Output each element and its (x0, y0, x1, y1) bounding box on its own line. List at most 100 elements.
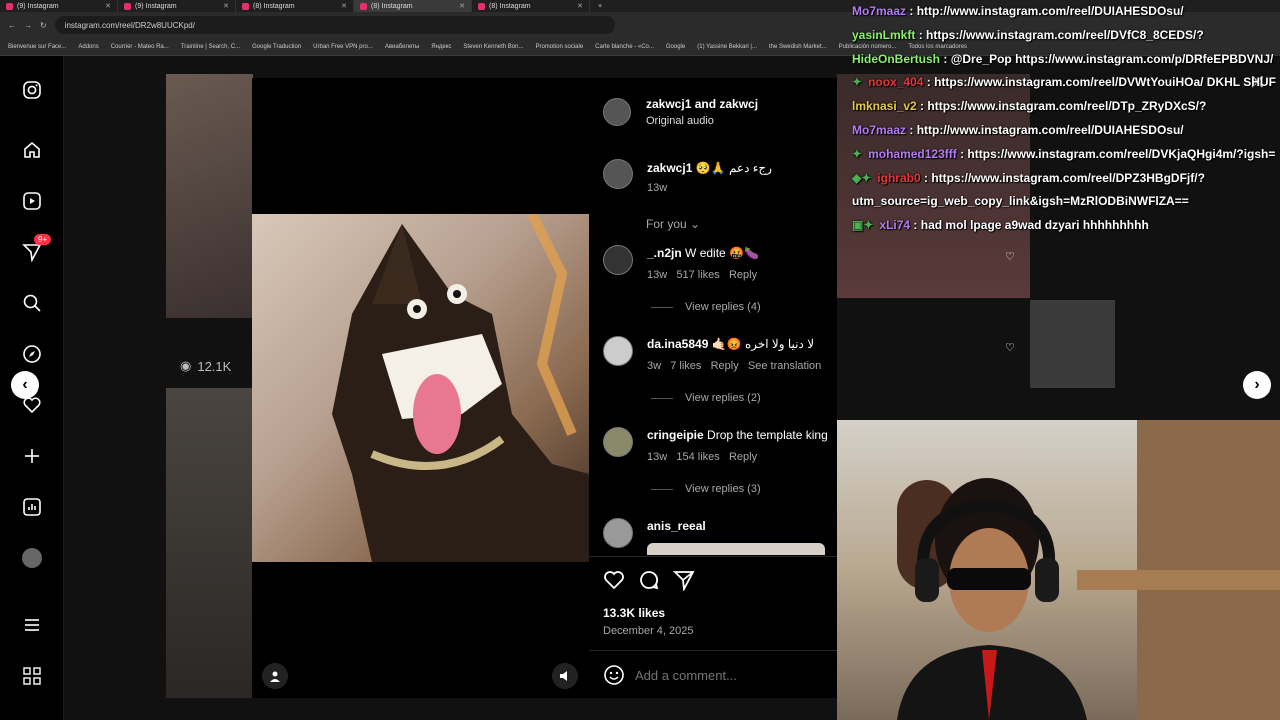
address-bar[interactable]: instagram.com/reel/DR2w8UUCKpd/ (54, 16, 615, 34)
menu-icon[interactable] (20, 613, 44, 637)
bookmark[interactable]: the Swedish Market... (769, 44, 827, 50)
next-post-button[interactable]: › (1243, 371, 1271, 399)
feed-thumbnail[interactable] (166, 74, 253, 318)
feed-thumbnail[interactable] (1030, 300, 1115, 388)
close-tab-icon[interactable]: ✕ (105, 2, 111, 10)
close-tab-icon[interactable]: ✕ (577, 2, 583, 10)
home-icon[interactable] (20, 138, 44, 162)
new-tab-icon[interactable]: + (598, 3, 602, 10)
chat-username[interactable]: yasinLmkft (852, 28, 915, 42)
chat-separator: : (940, 51, 951, 66)
bookmark[interactable]: Steven Kenneth Bon... (463, 44, 523, 50)
comment-username[interactable]: anis_reeal (647, 519, 706, 533)
view-replies-button[interactable]: View replies (2) (651, 392, 761, 404)
comment-username[interactable]: _.n2jn (647, 246, 682, 260)
reply-button[interactable]: Reply (729, 269, 757, 281)
browser-tab[interactable]: (9) Instagram ✕ (0, 0, 118, 12)
comment-text: 🤙🏻😡 لا دنيا ولا اخره (711, 337, 815, 351)
bookmark[interactable]: (1) Yassine Bekkari |... (697, 44, 757, 50)
comment-likes[interactable]: 7 likes (670, 360, 701, 372)
share-icon[interactable] (672, 569, 695, 596)
close-tab-icon[interactable]: ✕ (223, 2, 229, 10)
chat-username[interactable]: lmknasi_v2 (852, 99, 917, 113)
forward-icon[interactable]: → (24, 21, 32, 30)
close-tab-icon[interactable]: ✕ (341, 2, 347, 10)
close-tab-icon[interactable]: ✕ (459, 2, 465, 10)
like-comment-heart-icon[interactable]: ♡ (1005, 341, 1015, 354)
chat-text: https://www.instagram.com/reel/DPZ3HBgDF… (931, 170, 1205, 185)
chat-separator: : (923, 75, 935, 90)
bookmark[interactable]: Google Traduction (252, 44, 301, 50)
comment-image-preview[interactable] (647, 543, 825, 555)
bookmark[interactable]: Google (666, 44, 685, 50)
comment-avatar[interactable] (603, 427, 633, 457)
create-plus-icon[interactable] (20, 444, 44, 468)
chat-username[interactable]: xLi74 (879, 218, 910, 232)
bookmark[interactable]: Carte blanche - «Co... (595, 44, 654, 50)
see-translation-button[interactable]: See translation (748, 360, 821, 372)
user-tag-icon[interactable] (262, 663, 288, 689)
chat-username[interactable]: noox_404 (868, 75, 923, 89)
chat-text: http://www.instagram.com/reel/DUIAHESDOs… (916, 122, 1184, 137)
emoji-icon[interactable] (603, 664, 625, 691)
caption-avatar[interactable] (603, 159, 633, 189)
likes-count[interactable]: 13.3K likes (603, 606, 665, 620)
chat-username[interactable]: Mo7maaz (852, 123, 906, 137)
reply-button[interactable]: Reply (711, 360, 739, 372)
explore-icon[interactable] (20, 342, 44, 366)
chat-username[interactable]: ighrab0 (877, 171, 920, 185)
comment-username[interactable]: da.ina5849 (647, 337, 708, 351)
like-heart-icon[interactable] (603, 569, 625, 596)
browser-tab[interactable]: (8) Instagram ✕ (472, 0, 590, 12)
bookmark[interactable]: Bienvenue sur Face... (8, 44, 66, 50)
chat-username[interactable]: Mo7maaz (852, 4, 906, 18)
dashboard-icon[interactable] (20, 495, 44, 519)
bookmark[interactable]: Авиабилеты (385, 44, 419, 50)
chat-text: @Dre_Pop https://www.instagram.com/p/DRf… (950, 51, 1274, 66)
bookmark[interactable]: Promotion sociale (535, 44, 583, 50)
caption-username[interactable]: zakwcj1 (647, 161, 692, 175)
bookmark[interactable]: Urban Free VPN pro... (313, 44, 373, 50)
comment-avatar[interactable] (603, 245, 633, 275)
profile-avatar-icon[interactable] (20, 546, 44, 570)
reels-icon[interactable] (20, 189, 44, 213)
chat-username[interactable]: mohamed123fff (868, 147, 957, 161)
chat-message: lmknasi_v2 : https://www.instagram.com/r… (847, 95, 1280, 119)
sort-comments-dropdown[interactable]: For you ⌄ (646, 217, 700, 231)
comment-input[interactable] (635, 664, 825, 686)
comment-username[interactable]: cringeipie (647, 428, 704, 442)
view-replies-button[interactable]: View replies (3) (651, 483, 761, 495)
comment-likes[interactable]: 517 likes (676, 269, 719, 281)
search-icon[interactable] (20, 291, 44, 315)
previous-post-button[interactable]: ‹ (11, 371, 39, 399)
bookmark[interactable]: Addons (78, 44, 98, 50)
comment-avatar[interactable] (603, 336, 633, 366)
bookmark[interactable]: Courrier - Mateo Ra... (111, 44, 169, 50)
comment-likes[interactable]: 154 likes (676, 451, 719, 463)
volume-icon[interactable] (552, 663, 578, 689)
instagram-logo-icon[interactable] (20, 78, 44, 102)
divider (589, 650, 837, 651)
chat-text: http://www.instagram.com/reel/DUIAHESDOs… (916, 4, 1184, 18)
more-apps-icon[interactable] (20, 664, 44, 688)
chat-username[interactable]: HideOnBertush (852, 52, 940, 66)
browser-tab[interactable]: (9) Instagram ✕ (118, 0, 236, 12)
post-authors[interactable]: zakwcj1 and zakwcj (646, 97, 758, 111)
bookmark[interactable]: Trainline | Search, C... (181, 44, 240, 50)
instagram-tab-icon (6, 2, 13, 10)
author-avatar[interactable] (603, 98, 631, 126)
back-icon[interactable]: ← (8, 21, 16, 30)
view-replies-button[interactable]: View replies (4) (651, 301, 761, 313)
reply-button[interactable]: Reply (729, 451, 757, 463)
dog-with-chain-image (332, 214, 589, 562)
browser-tab[interactable]: (8) Instagram ✕ (236, 0, 354, 12)
comment-avatar[interactable] (603, 518, 633, 548)
comment-icon[interactable] (638, 569, 660, 596)
bookmark[interactable]: Яндекс (431, 44, 451, 50)
messages-icon[interactable]: 9+ (20, 234, 52, 264)
feed-thumbnail[interactable] (166, 388, 253, 698)
reload-icon[interactable]: ↻ (40, 21, 47, 30)
browser-tab-active[interactable]: (8) Instagram ✕ (354, 0, 472, 12)
like-comment-heart-icon[interactable]: ♡ (1005, 250, 1015, 263)
audio-label[interactable]: Original audio (646, 115, 714, 127)
